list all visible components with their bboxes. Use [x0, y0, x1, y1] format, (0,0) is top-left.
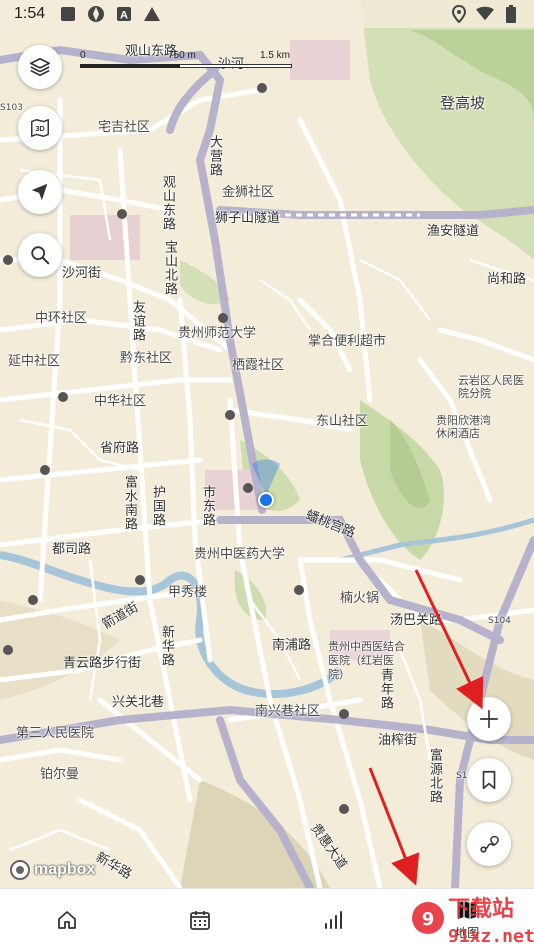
map-label: 汤巴关路 [390, 613, 443, 628]
map-base [0, 0, 534, 888]
map-label: 护国路 [150, 485, 165, 527]
3d-button[interactable]: 3D [18, 106, 62, 150]
scale-zero-label: 0 [80, 50, 86, 61]
map-label: S103 [0, 103, 23, 113]
map-label: 尚和路 [487, 272, 527, 287]
map-label: S104 [488, 616, 511, 626]
map-label: 兴关北巷 [112, 695, 165, 710]
map-label: 南兴巷社区 [255, 704, 321, 719]
map-label: S1 [456, 771, 468, 781]
map-label: 贵州中医药大学 [194, 547, 286, 562]
scale-mid-label: 750 m [168, 50, 196, 61]
battery-icon [502, 5, 520, 23]
map-label: 市东路 [200, 485, 215, 527]
status-right [442, 5, 520, 23]
location-icon [450, 5, 468, 23]
map-label: 金狮社区 [222, 185, 275, 200]
current-location-dot [258, 492, 274, 508]
map-label: 东山社区 [316, 414, 369, 429]
map-label: 沙河街 [62, 266, 102, 281]
svg-text:3D: 3D [35, 124, 44, 133]
scale-end-label: 1.5 km [260, 50, 291, 61]
map-label: 油榨街 [378, 733, 418, 748]
map-label: 都司路 [52, 542, 92, 557]
map-label: 楠火锅 [340, 591, 380, 606]
map-label: 宝山北路 [162, 240, 177, 296]
map-label: 大营路 [207, 135, 222, 177]
map-label: 贵州中西医结合医院（红岩医院） [328, 640, 405, 681]
triangle-icon [143, 5, 161, 23]
mapbox-logo[interactable]: mapbox [10, 860, 95, 880]
map-label: 友谊路 [130, 300, 145, 342]
map-label: 南浦路 [272, 638, 312, 653]
map-label: 青云路步行街 [63, 656, 142, 671]
map-label: 铂尔曼 [40, 767, 80, 782]
bookmark-button[interactable] [467, 758, 511, 802]
calendar-icon [190, 910, 211, 930]
map-label: 登高坡 [440, 94, 486, 112]
map-label: 黔东社区 [120, 351, 173, 366]
mapbox-label: mapbox [34, 861, 96, 878]
map-label: 中华社区 [94, 394, 147, 409]
nav-map[interactable]: 地图 [427, 892, 507, 948]
map-label: 甲秀楼 [168, 585, 208, 600]
scale-bar-fill [80, 64, 180, 68]
map-view[interactable]: 宅吉社区 登高坡 金狮社区 狮子山隧道 渔安隧道 尚和路 沙河街 中环社区 贵州… [0, 0, 534, 888]
stats-icon [324, 910, 342, 929]
bottom-navigation: 地图 [0, 888, 534, 950]
layers-button[interactable] [18, 45, 62, 89]
status-bar: 1:54 A [0, 0, 534, 28]
layers-icon [30, 57, 50, 77]
locate-me-button[interactable] [18, 170, 62, 214]
shutter-icon [87, 5, 105, 23]
map-label: 延中社区 [8, 354, 61, 369]
home-icon [57, 910, 76, 929]
map-label: 栖霞社区 [232, 358, 285, 373]
3d-map-icon: 3D [31, 119, 49, 137]
map-label: 第三人民医院 [16, 726, 95, 741]
nav-stats[interactable] [294, 892, 374, 948]
notification-square-icon [59, 5, 77, 23]
map-label: 狮子山隧道 [215, 211, 281, 226]
map-label: 云岩区人民医院分院 [458, 374, 524, 400]
map-label: 贵阳欣港湾休闲酒店 [436, 414, 491, 440]
map-label: 宅吉社区 [98, 120, 151, 135]
add-button[interactable] [467, 697, 511, 741]
map-label: 富水南路 [122, 475, 137, 531]
map-label: 掌合便利超市 [308, 334, 387, 349]
route-icon [480, 835, 499, 853]
status-time: 1:54 [14, 5, 46, 22]
map-label: 渔安隧道 [427, 224, 480, 239]
map-label: 富源北路 [427, 748, 442, 804]
nav-calendar[interactable] [160, 892, 240, 948]
route-button[interactable] [467, 822, 511, 866]
nav-map-label: 地图 [455, 926, 480, 940]
map-label: 新华路 [159, 625, 174, 667]
a-icon: A [115, 5, 133, 23]
map-label: 中环社区 [35, 311, 88, 326]
search-icon [31, 246, 50, 265]
navigation-arrow-icon [31, 183, 48, 201]
map-icon [458, 901, 477, 919]
bookmark-icon [482, 770, 496, 790]
scale-bar: 0 750 m 1.5 km [80, 50, 294, 70]
svg-text:A: A [120, 10, 128, 22]
map-label: 贵州师范大学 [178, 326, 257, 341]
search-button[interactable] [18, 233, 62, 277]
nav-home[interactable] [27, 892, 107, 948]
map-label: 观山东路 [160, 175, 175, 231]
mapbox-icon [10, 860, 30, 880]
plus-icon [479, 709, 499, 729]
wifi-icon [476, 5, 494, 23]
map-label: 省府路 [100, 441, 140, 456]
map-label: 青年路 [378, 668, 393, 710]
